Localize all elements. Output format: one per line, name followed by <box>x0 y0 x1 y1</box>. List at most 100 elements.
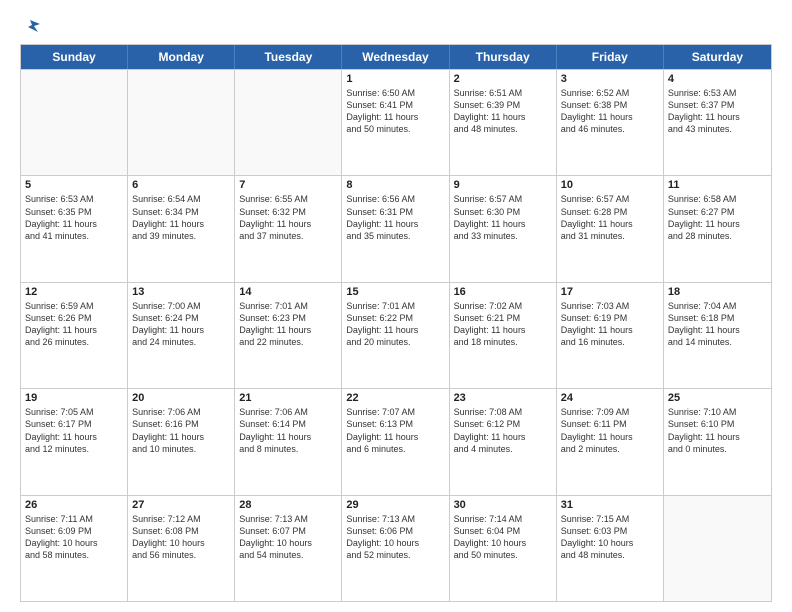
page: SundayMondayTuesdayWednesdayThursdayFrid… <box>0 0 792 612</box>
calendar-cell <box>235 70 342 175</box>
day-info: Sunrise: 7:13 AM Sunset: 6:06 PM Dayligh… <box>346 513 444 562</box>
day-number: 10 <box>561 179 659 191</box>
day-info: Sunrise: 6:58 AM Sunset: 6:27 PM Dayligh… <box>668 193 767 242</box>
day-info: Sunrise: 6:51 AM Sunset: 6:39 PM Dayligh… <box>454 87 552 136</box>
calendar-cell: 20Sunrise: 7:06 AM Sunset: 6:16 PM Dayli… <box>128 389 235 494</box>
calendar-cell: 30 Sunrise: 7:14 AM Sunset: 6:04 PM Dayli… <box>450 496 557 601</box>
calendar-row: 5Sunrise: 6:53 AM Sunset: 6:35 PM Daylig… <box>21 175 771 281</box>
day-info: Sunrise: 6:50 AM Sunset: 6:41 PM Dayligh… <box>346 87 444 136</box>
day-number: 21 <box>239 392 337 404</box>
day-number: 19 <box>25 392 123 404</box>
day-info: Sunrise: 7:09 AM Sunset: 6:11 PM Dayligh… <box>561 406 659 455</box>
day-number: 23 <box>454 392 552 404</box>
day-number: 2 <box>454 73 552 85</box>
day-info: Sunrise: 7:06 AM Sunset: 6:14 PM Dayligh… <box>239 406 337 455</box>
day-number: 31 <box>561 499 659 511</box>
day-number: 24 <box>561 392 659 404</box>
calendar-cell: 6 Sunrise: 6:54 AM Sunset: 6:34 PM Daylig… <box>128 176 235 281</box>
day-number: 11 <box>668 179 767 191</box>
day-info: Sunrise: 7:12 AM Sunset: 6:08 PM Dayligh… <box>132 513 230 562</box>
logo-bird-icon <box>22 16 44 38</box>
day-number: 27 <box>132 499 230 511</box>
weekday-header: Monday <box>128 45 235 69</box>
day-info: Sunrise: 6:52 AM Sunset: 6:38 PM Dayligh… <box>561 87 659 136</box>
day-number: 17 <box>561 286 659 298</box>
day-info: Sunrise: 7:13 AM Sunset: 6:07 PM Dayligh… <box>239 513 337 562</box>
calendar-cell: 8Sunrise: 6:56 AM Sunset: 6:31 PM Daylig… <box>342 176 449 281</box>
day-info: Sunrise: 7:14 AM Sunset: 6:04 PM Dayligh… <box>454 513 552 562</box>
weekday-header: Thursday <box>450 45 557 69</box>
calendar-cell: 31 Sunrise: 7:15 AM Sunset: 6:03 PM Dayli… <box>557 496 664 601</box>
calendar: SundayMondayTuesdayWednesdayThursdayFrid… <box>20 44 772 602</box>
day-number: 3 <box>561 73 659 85</box>
calendar-cell: 26Sunrise: 7:11 AM Sunset: 6:09 PM Dayli… <box>21 496 128 601</box>
calendar-cell: 9 Sunrise: 6:57 AM Sunset: 6:30 PM Daylig… <box>450 176 557 281</box>
calendar-cell: 7Sunrise: 6:55 AM Sunset: 6:32 PM Daylig… <box>235 176 342 281</box>
day-info: Sunrise: 6:53 AM Sunset: 6:37 PM Dayligh… <box>668 87 767 136</box>
day-info: Sunrise: 7:10 AM Sunset: 6:10 PM Dayligh… <box>668 406 767 455</box>
day-info: Sunrise: 7:00 AM Sunset: 6:24 PM Dayligh… <box>132 300 230 349</box>
day-number: 9 <box>454 179 552 191</box>
day-number: 1 <box>346 73 444 85</box>
weekday-header: Tuesday <box>235 45 342 69</box>
calendar-cell <box>21 70 128 175</box>
day-number: 20 <box>132 392 230 404</box>
calendar-cell: 28 Sunrise: 7:13 AM Sunset: 6:07 PM Dayli… <box>235 496 342 601</box>
calendar-cell: 22Sunrise: 7:07 AM Sunset: 6:13 PM Dayli… <box>342 389 449 494</box>
calendar-cell: 24 Sunrise: 7:09 AM Sunset: 6:11 PM Dayli… <box>557 389 664 494</box>
day-info: Sunrise: 6:54 AM Sunset: 6:34 PM Dayligh… <box>132 193 230 242</box>
calendar-header: SundayMondayTuesdayWednesdayThursdayFrid… <box>21 45 771 69</box>
day-info: Sunrise: 7:05 AM Sunset: 6:17 PM Dayligh… <box>25 406 123 455</box>
calendar-cell: 18 Sunrise: 7:04 AM Sunset: 6:18 PM Dayli… <box>664 283 771 388</box>
calendar-cell: 11 Sunrise: 6:58 AM Sunset: 6:27 PM Dayli… <box>664 176 771 281</box>
day-info: Sunrise: 6:57 AM Sunset: 6:30 PM Dayligh… <box>454 193 552 242</box>
calendar-cell: 17 Sunrise: 7:03 AM Sunset: 6:19 PM Dayli… <box>557 283 664 388</box>
day-number: 14 <box>239 286 337 298</box>
calendar-cell: 14 Sunrise: 7:01 AM Sunset: 6:23 PM Dayli… <box>235 283 342 388</box>
calendar-cell: 13 Sunrise: 7:00 AM Sunset: 6:24 PM Dayli… <box>128 283 235 388</box>
calendar-body: 1 Sunrise: 6:50 AM Sunset: 6:41 PM Daylig… <box>21 69 771 601</box>
calendar-cell <box>664 496 771 601</box>
calendar-cell: 29 Sunrise: 7:13 AM Sunset: 6:06 PM Dayli… <box>342 496 449 601</box>
calendar-cell: 12 Sunrise: 6:59 AM Sunset: 6:26 PM Dayli… <box>21 283 128 388</box>
calendar-row: 1 Sunrise: 6:50 AM Sunset: 6:41 PM Daylig… <box>21 69 771 175</box>
day-number: 15 <box>346 286 444 298</box>
calendar-cell: 16Sunrise: 7:02 AM Sunset: 6:21 PM Dayli… <box>450 283 557 388</box>
day-number: 29 <box>346 499 444 511</box>
calendar-cell: 5Sunrise: 6:53 AM Sunset: 6:35 PM Daylig… <box>21 176 128 281</box>
day-info: Sunrise: 7:08 AM Sunset: 6:12 PM Dayligh… <box>454 406 552 455</box>
calendar-cell: 23 Sunrise: 7:08 AM Sunset: 6:12 PM Dayli… <box>450 389 557 494</box>
day-number: 22 <box>346 392 444 404</box>
weekday-header: Friday <box>557 45 664 69</box>
day-info: Sunrise: 7:04 AM Sunset: 6:18 PM Dayligh… <box>668 300 767 349</box>
day-number: 16 <box>454 286 552 298</box>
day-number: 18 <box>668 286 767 298</box>
calendar-cell: 21 Sunrise: 7:06 AM Sunset: 6:14 PM Dayli… <box>235 389 342 494</box>
day-info: Sunrise: 6:59 AM Sunset: 6:26 PM Dayligh… <box>25 300 123 349</box>
calendar-cell: 25Sunrise: 7:10 AM Sunset: 6:10 PM Dayli… <box>664 389 771 494</box>
calendar-cell: 3 Sunrise: 6:52 AM Sunset: 6:38 PM Daylig… <box>557 70 664 175</box>
day-number: 8 <box>346 179 444 191</box>
calendar-cell: 1 Sunrise: 6:50 AM Sunset: 6:41 PM Daylig… <box>342 70 449 175</box>
calendar-cell: 15 Sunrise: 7:01 AM Sunset: 6:22 PM Dayli… <box>342 283 449 388</box>
day-info: Sunrise: 7:15 AM Sunset: 6:03 PM Dayligh… <box>561 513 659 562</box>
calendar-row: 26Sunrise: 7:11 AM Sunset: 6:09 PM Dayli… <box>21 495 771 601</box>
day-number: 30 <box>454 499 552 511</box>
day-number: 5 <box>25 179 123 191</box>
day-info: Sunrise: 7:01 AM Sunset: 6:22 PM Dayligh… <box>346 300 444 349</box>
day-number: 7 <box>239 179 337 191</box>
calendar-cell: 2 Sunrise: 6:51 AM Sunset: 6:39 PM Daylig… <box>450 70 557 175</box>
weekday-header: Sunday <box>21 45 128 69</box>
day-number: 28 <box>239 499 337 511</box>
day-info: Sunrise: 6:57 AM Sunset: 6:28 PM Dayligh… <box>561 193 659 242</box>
header <box>20 18 772 34</box>
day-info: Sunrise: 7:03 AM Sunset: 6:19 PM Dayligh… <box>561 300 659 349</box>
day-info: Sunrise: 7:01 AM Sunset: 6:23 PM Dayligh… <box>239 300 337 349</box>
day-number: 13 <box>132 286 230 298</box>
calendar-cell <box>128 70 235 175</box>
day-number: 12 <box>25 286 123 298</box>
day-number: 4 <box>668 73 767 85</box>
day-number: 26 <box>25 499 123 511</box>
day-number: 6 <box>132 179 230 191</box>
calendar-row: 19 Sunrise: 7:05 AM Sunset: 6:17 PM Dayli… <box>21 388 771 494</box>
